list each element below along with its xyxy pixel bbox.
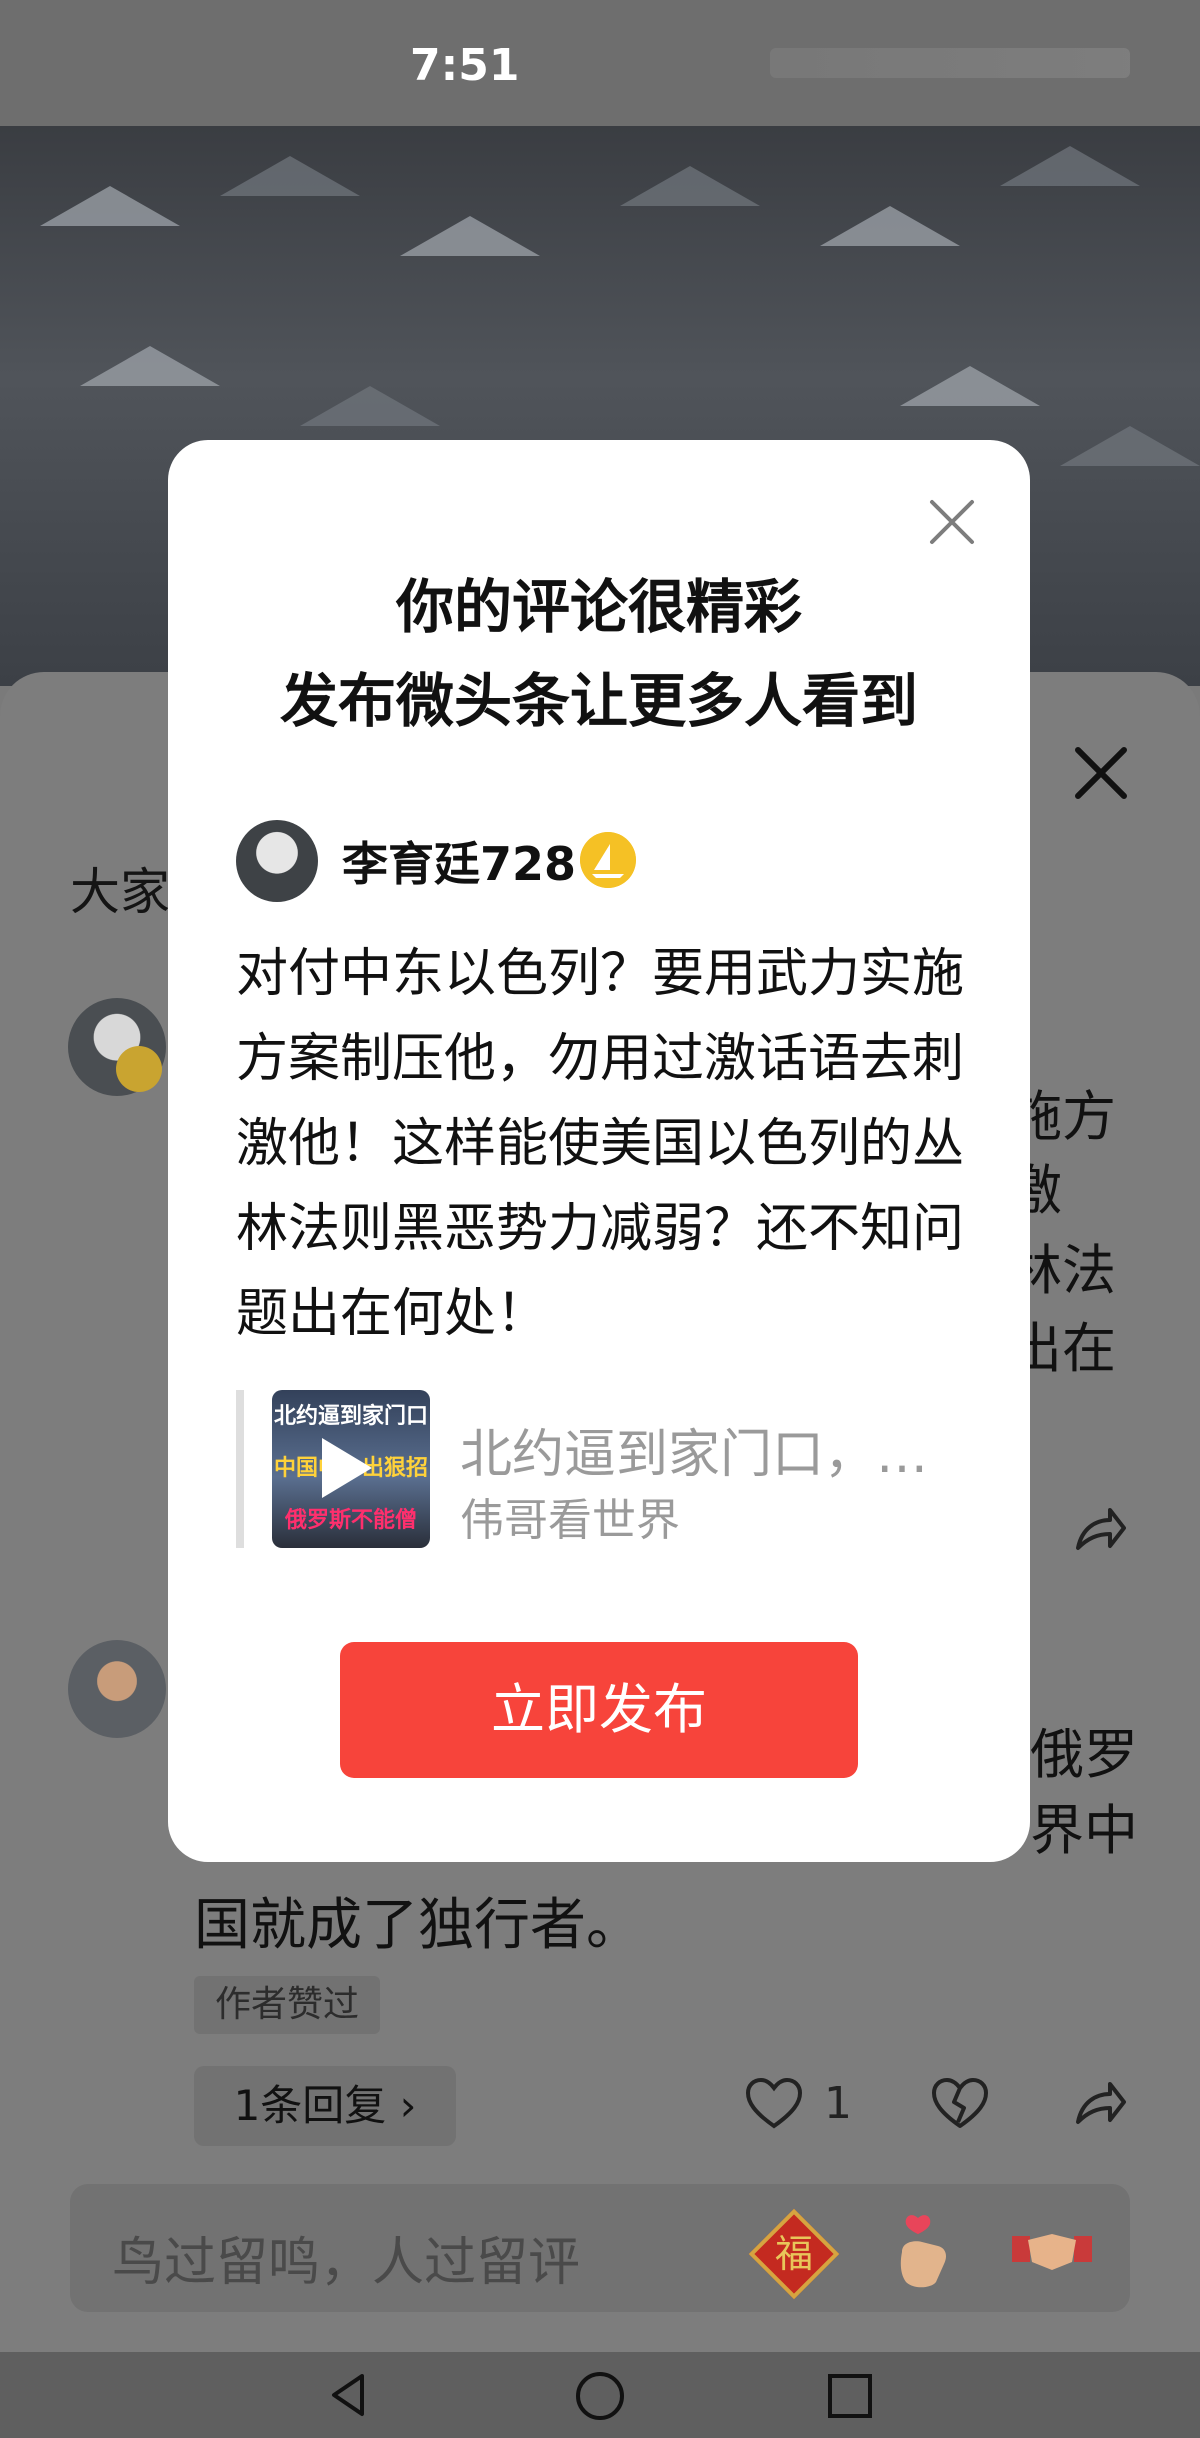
comment-text: 国就成了独行者。 xyxy=(194,1893,642,1958)
play-icon xyxy=(322,1438,372,1498)
comments-heading: 大家 xyxy=(70,863,170,921)
close-icon[interactable] xyxy=(1066,738,1136,808)
like-count: 1 xyxy=(824,2078,852,2129)
quote-bar xyxy=(236,1390,244,1548)
username: 李育廷728 xyxy=(342,837,577,891)
share-icon[interactable] xyxy=(1070,2074,1130,2134)
publish-button[interactable]: 立即发布 xyxy=(340,1642,858,1778)
link-title: 北约逼到家门口，… xyxy=(460,1425,929,1485)
handshake-icon[interactable] xyxy=(1012,2220,1092,2280)
dislike-icon[interactable] xyxy=(930,2076,990,2132)
recents-icon[interactable] xyxy=(826,2372,874,2420)
comment-input[interactable]: 鸟过留鸣，人过留评 xyxy=(112,2220,580,2295)
badge-icon xyxy=(580,832,636,888)
thumbnail-text: 俄罗斯不能僧 xyxy=(284,1508,417,1533)
link-source: 伟哥看世界 xyxy=(460,1495,680,1546)
finger-heart-icon[interactable] xyxy=(888,2212,960,2292)
thumbnail-text: 北约逼到家门口 xyxy=(273,1404,428,1429)
badge-icon xyxy=(116,1046,162,1092)
dialog-title: 你的评论很精彩 xyxy=(395,573,802,641)
replies-button[interactable]: 1条回复 › xyxy=(194,2066,456,2146)
comment-text-fragment: 界中 xyxy=(1030,1799,1138,1862)
status-icons xyxy=(770,48,1130,78)
share-icon[interactable] xyxy=(1070,1500,1130,1560)
comment-text-fragment: 俄罗 xyxy=(1030,1723,1138,1786)
close-icon[interactable] xyxy=(924,494,980,550)
fu-sticker-label: 福 xyxy=(774,2232,813,2276)
dialog-subtitle: 发布微头条让更多人看到 xyxy=(279,667,918,735)
avatar xyxy=(236,820,318,902)
avatar[interactable] xyxy=(68,1640,166,1738)
back-icon[interactable] xyxy=(324,2370,374,2420)
like-icon[interactable] xyxy=(744,2076,804,2132)
status-time: 7:51 xyxy=(410,40,520,91)
post-text: 对付中东以色列？要用武力实施方案制压他，勿用过激话语去刺激他！这样能使美国以色列… xyxy=(236,944,965,1344)
author-liked-tag: 作者赞过 xyxy=(194,1976,380,2034)
home-icon[interactable] xyxy=(574,2370,626,2422)
